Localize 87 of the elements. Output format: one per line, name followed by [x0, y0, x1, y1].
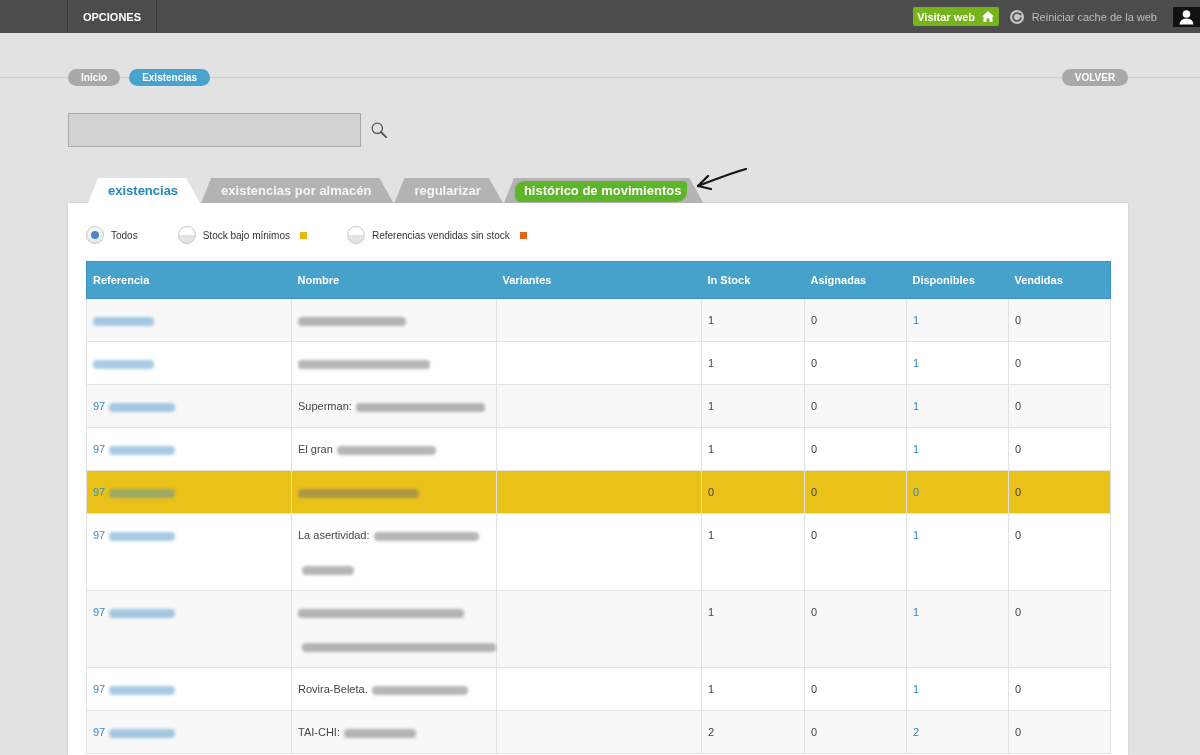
table-cell: 0 — [1008, 667, 1111, 711]
blurred-text — [109, 728, 176, 738]
table-cell: 1 — [701, 667, 805, 711]
table-cell: 0 — [1008, 384, 1111, 428]
table-cell: 0 — [804, 470, 907, 514]
radio-button[interactable] — [86, 226, 104, 244]
table-cell: 0 — [804, 298, 907, 342]
table-cell: 1 — [906, 513, 1009, 591]
column-header[interactable]: Variantes — [496, 261, 702, 299]
table-cell: 1 — [906, 590, 1009, 668]
blurred-text — [93, 316, 154, 326]
column-header[interactable]: In Stock — [701, 261, 805, 299]
blurred-text — [109, 488, 176, 498]
radio-button[interactable] — [177, 226, 196, 244]
search-field[interactable] — [68, 113, 361, 147]
table-cell: 1 — [906, 427, 1009, 471]
blurred-text — [109, 608, 176, 618]
column-header[interactable]: Nombre — [291, 261, 497, 299]
column-header[interactable]: Disponibles — [906, 261, 1009, 299]
tab[interactable]: histórico de movimientos — [503, 178, 704, 203]
table-cell: 0 — [1008, 427, 1111, 471]
tab[interactable]: regularizar — [394, 178, 503, 203]
radio-button[interactable] — [346, 226, 365, 244]
user-icon[interactable] — [1173, 6, 1200, 27]
hand-drawn-arrow — [694, 167, 749, 193]
radio-label[interactable]: Todos — [111, 229, 138, 241]
table-cell: 1 — [906, 298, 1009, 342]
table-cell: 0 — [906, 470, 1009, 514]
table-cell: 0 — [701, 470, 805, 514]
table-cell: 0 — [1008, 341, 1111, 385]
blurred-text — [109, 402, 176, 412]
radio-label[interactable]: Referencias vendidas sin stock — [371, 229, 510, 241]
reference-link[interactable]: 97 — [93, 683, 106, 695]
table-cell: 0 — [804, 667, 907, 711]
search-icon[interactable] — [371, 122, 387, 138]
column-header[interactable]: Referencia — [86, 261, 292, 299]
radio-label[interactable]: Stock bajo mínimos — [202, 229, 290, 241]
reference-link[interactable]: 97 — [93, 726, 106, 738]
column-header[interactable]: Asignadas — [804, 261, 907, 299]
table-cell: 0 — [804, 427, 907, 471]
table-cell: 1 — [701, 513, 805, 591]
reference-link[interactable]: 97 — [93, 443, 106, 455]
reference-link[interactable]: 97 — [93, 400, 106, 412]
table-cell: 1 — [701, 427, 805, 471]
blurred-text — [302, 565, 354, 575]
table-cell: 1 — [701, 590, 805, 668]
reference-link[interactable]: 97 — [93, 606, 106, 618]
tab[interactable]: existencias por almacén — [201, 178, 394, 203]
table-cell: 0 — [804, 590, 907, 668]
table-cell: 1 — [701, 384, 805, 428]
table-cell: 1 — [906, 384, 1009, 428]
home-icon — [982, 11, 995, 22]
table-cell: 0 — [804, 341, 907, 385]
table-cell: 0 — [804, 384, 907, 428]
product-name: Superman: — [298, 400, 352, 412]
visit-web-button[interactable]: Visitar web — [912, 7, 999, 26]
blurred-text — [109, 531, 176, 541]
table-cell: 0 — [804, 513, 907, 591]
table-cell: 0 — [1008, 710, 1111, 754]
tab[interactable]: existencias — [88, 178, 201, 203]
menu-item[interactable]: OPCIONES — [68, 0, 157, 33]
column-header[interactable]: Vendidas — [1008, 261, 1111, 299]
table-cell: 0 — [1008, 590, 1111, 668]
table-cell: 1 — [906, 341, 1009, 385]
table-cell: 2 — [701, 710, 805, 754]
table-cell: 0 — [1008, 513, 1111, 591]
blurred-text — [93, 359, 154, 369]
table-cell: 2 — [906, 710, 1009, 754]
product-name: El gran — [298, 443, 333, 455]
table-cell: 1 — [701, 298, 805, 342]
cache-link[interactable]: Reiniciar cache de la web — [1031, 10, 1157, 23]
table-cell: 0 — [1008, 298, 1111, 342]
table-cell: 0 — [1008, 470, 1111, 514]
product-name: TAI-CHI: — [298, 726, 340, 738]
refresh-icon[interactable] — [1009, 9, 1024, 24]
blurred-text — [109, 445, 176, 455]
product-name: Rovira-Beleta. — [298, 683, 368, 695]
table-cell: 1 — [906, 667, 1009, 711]
back-button[interactable]: VOLVER — [1062, 69, 1128, 86]
product-name: La asertividad: — [298, 529, 370, 541]
table-cell: 0 — [804, 710, 907, 754]
table-cell: 1 — [701, 341, 805, 385]
reference-link[interactable]: 97 — [93, 529, 106, 541]
breadcrumb-link[interactable]: Inicio — [68, 69, 121, 86]
reference-link[interactable]: 97 — [93, 486, 106, 498]
blurred-text — [109, 685, 176, 695]
breadcrumb-link[interactable]: Existencias — [129, 69, 211, 86]
